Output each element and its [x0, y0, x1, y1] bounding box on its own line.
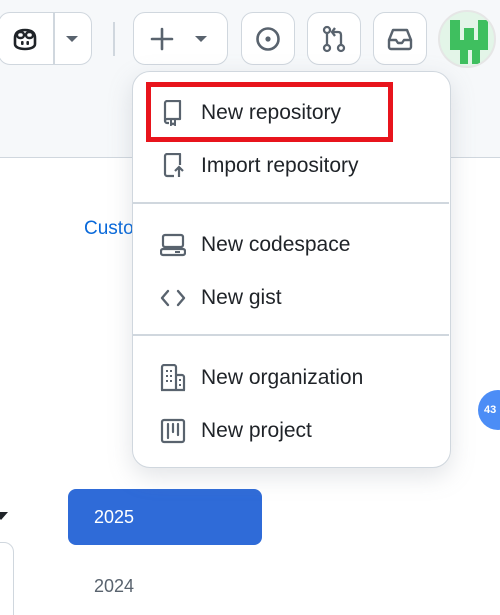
copilot-button-group: [0, 12, 92, 65]
inbox-button[interactable]: [373, 12, 427, 65]
issues-button[interactable]: [241, 12, 295, 65]
create-chevron-down-icon[interactable]: [194, 35, 208, 44]
organization-icon: [159, 364, 187, 392]
menu-item-label: Import repository: [201, 154, 359, 177]
year-filter-2024[interactable]: 2024: [94, 576, 134, 597]
codespaces-icon: [159, 231, 187, 259]
menu-item-import-repository[interactable]: Import repository: [133, 142, 449, 190]
badge-count: 43: [484, 404, 497, 416]
menu-item-label: New organization: [201, 366, 364, 389]
copilot-chevron-down-icon[interactable]: [65, 35, 79, 44]
git-pull-request-icon: [321, 25, 347, 53]
menu-item-label: New gist: [201, 286, 282, 309]
menu-item-new-organization[interactable]: New organization: [133, 354, 449, 402]
highlight-box: [146, 82, 393, 142]
repo-push-icon: [159, 152, 187, 180]
menu-item-label: New project: [201, 419, 312, 442]
customize-link[interactable]: Custo: [84, 218, 134, 240]
issue-opened-icon: [255, 26, 281, 52]
menu-divider: [133, 334, 449, 336]
inbox-icon: [386, 27, 414, 51]
avatar[interactable]: [438, 10, 496, 68]
copilot-icon[interactable]: [11, 26, 39, 52]
menu-item-new-gist[interactable]: New gist: [133, 274, 449, 322]
year-filter-2025[interactable]: 2025: [68, 489, 262, 545]
menu-divider: [133, 202, 449, 204]
header-divider: [113, 22, 115, 56]
year-label: 2025: [94, 506, 135, 527]
menu-item-new-codespace[interactable]: New codespace: [133, 221, 449, 269]
pull-requests-button[interactable]: [307, 12, 361, 65]
notification-badge[interactable]: 43: [478, 390, 500, 430]
plus-icon[interactable]: [150, 27, 174, 51]
code-icon: [159, 284, 187, 312]
create-new-button[interactable]: [133, 12, 228, 65]
menu-item-label: New codespace: [201, 233, 351, 256]
project-icon: [159, 417, 187, 445]
menu-item-new-project[interactable]: New project: [133, 407, 449, 455]
caret-down-icon[interactable]: [0, 512, 8, 520]
side-panel: [0, 542, 14, 615]
